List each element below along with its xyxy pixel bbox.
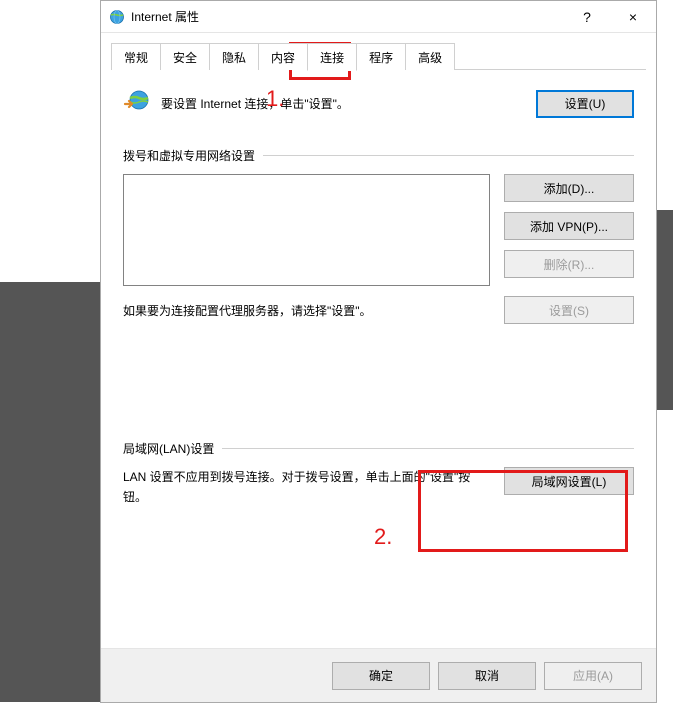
cancel-button[interactable]: 取消	[438, 662, 536, 690]
apply-button: 应用(A)	[544, 662, 642, 690]
window-title: Internet 属性	[131, 8, 564, 25]
setup-globe-icon	[123, 88, 151, 119]
proxy-text: 如果要为连接配置代理服务器，请选择"设置"。	[123, 302, 490, 319]
setup-button[interactable]: 设置(U)	[536, 90, 634, 118]
dial-section-header: 拨号和虚拟专用网络设置	[123, 147, 634, 164]
tab-advanced[interactable]: 高级	[405, 43, 455, 70]
dial-section-label: 拨号和虚拟专用网络设置	[123, 147, 255, 164]
tab-security[interactable]: 安全	[160, 43, 210, 70]
tab-content[interactable]: 内容	[258, 43, 308, 70]
connections-listbox[interactable]	[123, 174, 490, 286]
setup-text: 要设置 Internet 连接，单击"设置"。	[161, 95, 536, 112]
lan-section-label: 局域网(LAN)设置	[123, 440, 214, 457]
help-button[interactable]: ?	[564, 1, 610, 33]
internet-properties-dialog: Internet 属性 ? × 常规 安全 隐私 内容 连接 程序 高级 要设置…	[100, 0, 657, 703]
remove-button: 删除(R)...	[504, 250, 634, 278]
tab-programs[interactable]: 程序	[356, 43, 406, 70]
add-button[interactable]: 添加(D)...	[504, 174, 634, 202]
tab-general[interactable]: 常规	[111, 43, 161, 70]
tab-content-area: 要设置 Internet 连接，单击"设置"。 设置(U) 拨号和虚拟专用网络设…	[101, 70, 656, 518]
tab-connections[interactable]: 连接	[307, 43, 357, 71]
lan-settings-button[interactable]: 局域网设置(L)	[504, 467, 634, 495]
dial-settings-button: 设置(S)	[504, 296, 634, 324]
globe-icon	[109, 9, 125, 25]
tab-privacy[interactable]: 隐私	[209, 43, 259, 70]
titlebar: Internet 属性 ? ×	[101, 1, 656, 33]
lan-text: LAN 设置不应用到拨号连接。对于拨号设置，单击上面的"设置"按钮。	[123, 467, 490, 508]
lan-section-header: 局域网(LAN)设置	[123, 440, 634, 457]
tabstrip: 常规 安全 隐私 内容 连接 程序 高级	[101, 33, 656, 70]
ok-button[interactable]: 确定	[332, 662, 430, 690]
dialog-footer: 确定 取消 应用(A)	[101, 648, 656, 702]
close-button[interactable]: ×	[610, 1, 656, 33]
add-vpn-button[interactable]: 添加 VPN(P)...	[504, 212, 634, 240]
